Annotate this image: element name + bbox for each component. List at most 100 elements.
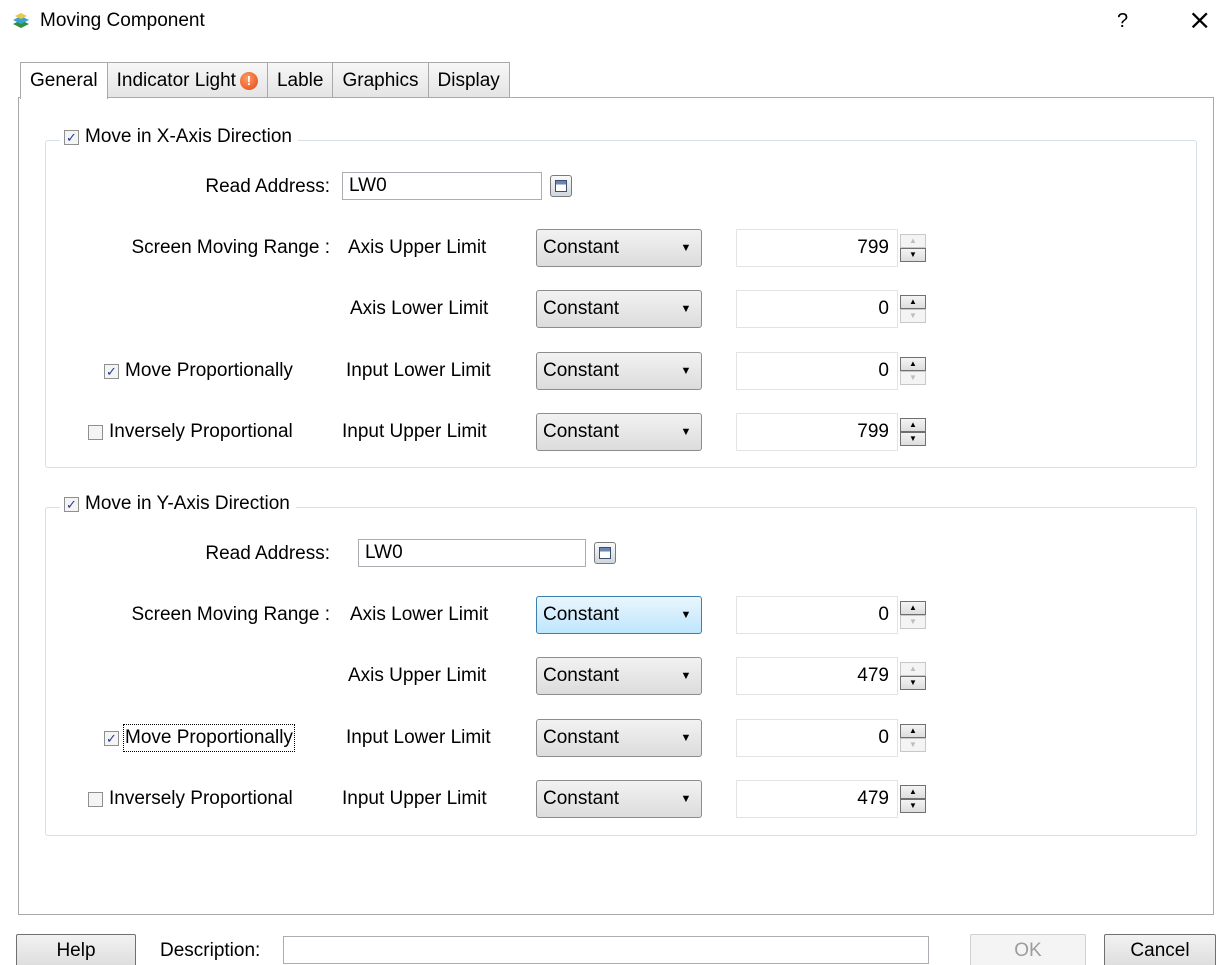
y-input-upper-spinbox[interactable]: 479 ▲ ▼ <box>736 780 928 818</box>
y-move-proportionally-checkbox[interactable]: ✓ <box>104 730 119 746</box>
y-screen-range-label: Screen Moving Range : <box>131 604 330 625</box>
select-value: Constant <box>543 298 620 319</box>
select-value: Constant <box>543 604 620 625</box>
spin-down-icon[interactable]: ▼ <box>900 676 926 690</box>
chevron-down-icon: ▼ <box>680 426 692 438</box>
select-value: Constant <box>543 665 620 686</box>
x-input-upper-spinbox[interactable]: 799 ▲ ▼ <box>736 413 928 451</box>
spin-value[interactable]: 0 <box>736 719 898 757</box>
description-label: Description: <box>160 940 261 961</box>
x-row-label: Input Lower Limit <box>346 360 491 381</box>
y-row-label: Input Lower Limit <box>346 727 491 748</box>
y-input-upper-type-select[interactable]: Constant ▼ <box>536 780 702 818</box>
spin-up-icon[interactable]: ▲ <box>900 295 926 309</box>
description-input[interactable] <box>283 936 929 964</box>
tab-label: Indicator Light <box>116 69 236 91</box>
y-axis-lower-type-select[interactable]: Constant ▼ <box>536 596 702 634</box>
spin-value[interactable]: 799 <box>736 413 898 451</box>
spin-up-icon[interactable]: ▲ <box>900 601 926 615</box>
spin-down-icon: ▼ <box>900 309 926 323</box>
y-axis-enable[interactable]: ✓ Move in Y-Axis Direction <box>60 492 296 516</box>
tab-graphics[interactable]: Graphics <box>332 62 429 98</box>
ok-button[interactable]: OK <box>970 934 1086 965</box>
x-axis-upper-type-select[interactable]: Constant ▼ <box>536 229 702 267</box>
y-inversely-proportional[interactable]: Inversely Proportional <box>88 787 293 811</box>
tab-general[interactable]: General <box>20 62 108 99</box>
chevron-down-icon: ▼ <box>680 670 692 682</box>
x-row-label: Axis Upper Limit <box>348 237 487 258</box>
y-inversely-proportional-label: Inversely Proportional <box>109 788 293 809</box>
x-move-proportionally-label: Move Proportionally <box>125 360 293 381</box>
y-axis-lower-spinbox[interactable]: 0 ▲ ▼ <box>736 596 928 634</box>
select-value: Constant <box>543 237 620 258</box>
y-move-proportionally[interactable]: ✓ Move Proportionally <box>104 724 295 752</box>
x-axis-lower-spinbox[interactable]: 0 ▲ ▼ <box>736 290 928 328</box>
spin-up-icon: ▲ <box>900 662 926 676</box>
tab-label: General <box>30 70 98 91</box>
select-value: Constant <box>543 788 620 809</box>
window-title: Moving Component <box>40 10 205 31</box>
x-inversely-proportional[interactable]: Inversely Proportional <box>88 420 293 444</box>
x-axis-checkbox[interactable]: ✓ <box>64 129 79 145</box>
tab-label: Graphics <box>342 69 419 91</box>
y-inversely-proportional-checkbox[interactable] <box>88 791 103 807</box>
y-row-label: Input Upper Limit <box>342 788 487 809</box>
y-input-lower-type-select[interactable]: Constant ▼ <box>536 719 702 757</box>
x-axis-enable[interactable]: ✓ Move in X-Axis Direction <box>60 125 298 149</box>
y-input-lower-spinbox[interactable]: 0 ▲ ▼ <box>736 719 928 757</box>
tab-bar: General Indicator Light ! Lable Graphics… <box>20 62 510 99</box>
tab-label: Lable <box>276 69 324 91</box>
close-icon[interactable]: × <box>1188 5 1211 35</box>
x-read-address-label: Read Address: <box>205 176 330 197</box>
tab-label: Display <box>437 69 500 91</box>
help-button[interactable]: Help <box>16 934 136 965</box>
tab-display[interactable]: Display <box>427 62 510 98</box>
spin-down-icon[interactable]: ▼ <box>900 248 926 262</box>
spin-value[interactable]: 799 <box>736 229 898 267</box>
x-inversely-proportional-checkbox[interactable] <box>88 424 103 440</box>
y-row-label: Axis Upper Limit <box>348 665 487 686</box>
cancel-button[interactable]: Cancel <box>1104 934 1216 965</box>
tab-lable[interactable]: Lable <box>266 62 334 98</box>
x-move-proportionally-checkbox[interactable]: ✓ <box>104 363 119 379</box>
select-value: Constant <box>543 421 620 442</box>
x-read-address-input[interactable]: LW0 <box>342 172 542 200</box>
x-input-lower-spinbox[interactable]: 0 ▲ ▼ <box>736 352 928 390</box>
spin-value[interactable]: 0 <box>736 596 898 634</box>
x-axis-label: Move in X-Axis Direction <box>85 126 292 147</box>
spin-up-icon[interactable]: ▲ <box>900 785 926 799</box>
calculator-icon <box>599 547 611 559</box>
spin-down-icon: ▼ <box>900 371 926 385</box>
x-input-upper-type-select[interactable]: Constant ▼ <box>536 413 702 451</box>
spin-value[interactable]: 0 <box>736 290 898 328</box>
x-address-picker-button[interactable] <box>550 175 572 197</box>
spin-up-icon[interactable]: ▲ <box>900 357 926 371</box>
y-axis-upper-type-select[interactable]: Constant ▼ <box>536 657 702 695</box>
spin-down-icon[interactable]: ▼ <box>900 432 926 446</box>
y-axis-upper-spinbox[interactable]: 479 ▲ ▼ <box>736 657 928 695</box>
spin-value[interactable]: 479 <box>736 780 898 818</box>
spin-down-icon[interactable]: ▼ <box>900 799 926 813</box>
y-address-picker-button[interactable] <box>594 542 616 564</box>
x-axis-upper-spinbox[interactable]: 799 ▲ ▼ <box>736 229 928 267</box>
spin-down-icon: ▼ <box>900 615 926 629</box>
spin-down-icon: ▼ <box>900 738 926 752</box>
y-axis-label: Move in Y-Axis Direction <box>85 493 290 514</box>
spin-up-icon[interactable]: ▲ <box>900 724 926 738</box>
spin-value[interactable]: 0 <box>736 352 898 390</box>
chevron-down-icon: ▼ <box>680 793 692 805</box>
spin-up-icon[interactable]: ▲ <box>900 418 926 432</box>
warning-icon: ! <box>239 71 258 90</box>
app-icon <box>10 10 32 32</box>
y-axis-checkbox[interactable]: ✓ <box>64 496 79 512</box>
chevron-down-icon: ▼ <box>680 732 692 744</box>
x-input-lower-type-select[interactable]: Constant ▼ <box>536 352 702 390</box>
y-move-proportionally-label: Move Proportionally <box>123 724 295 752</box>
y-read-address-input[interactable]: LW0 <box>358 539 586 567</box>
tab-indicator-light[interactable]: Indicator Light ! <box>106 62 268 98</box>
spin-up-icon: ▲ <box>900 234 926 248</box>
x-axis-lower-type-select[interactable]: Constant ▼ <box>536 290 702 328</box>
spin-value[interactable]: 479 <box>736 657 898 695</box>
x-move-proportionally[interactable]: ✓ Move Proportionally <box>104 359 293 383</box>
help-icon[interactable]: ? <box>1117 9 1128 33</box>
